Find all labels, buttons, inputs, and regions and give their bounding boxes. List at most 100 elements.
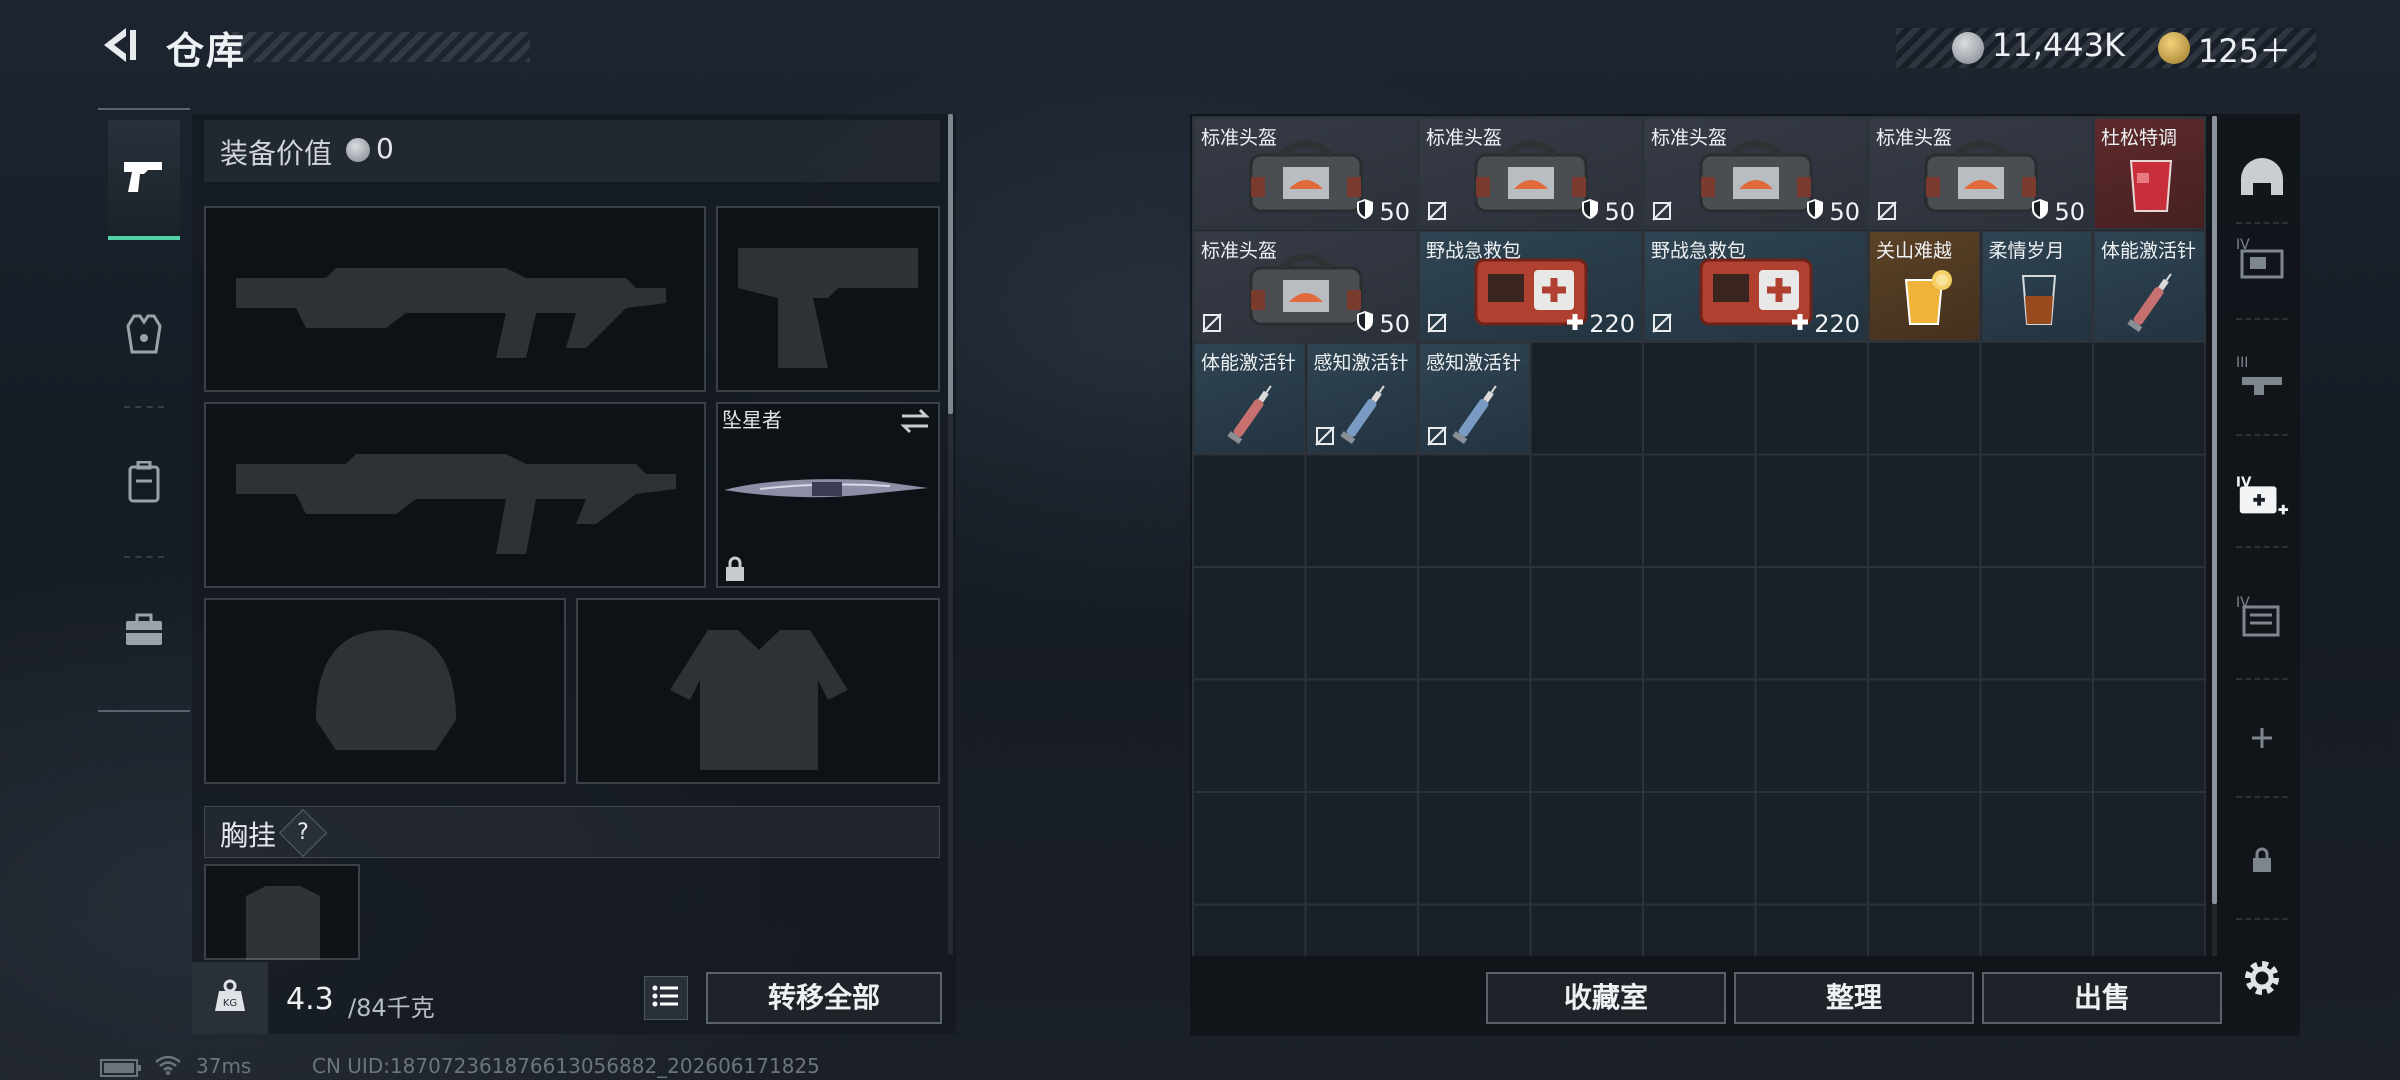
- pistol-icon: [122, 158, 166, 198]
- warehouse-grid: 标准头盔 50 标准头盔 50 标准头盔 50 标准头盔 50 杜松特调 标准头盔 50 野战急救包 2…: [1192, 116, 2206, 956]
- item-name: 感知激活针: [1426, 352, 1522, 374]
- equipment-value: 0: [376, 132, 394, 165]
- weight-icon: KG: [213, 979, 247, 1017]
- item-name: 野战急救包: [1426, 239, 1522, 262]
- item-count: 50: [1379, 310, 1410, 338]
- rail-separator: [2236, 678, 2288, 680]
- chest-rig-slot[interactable]: [204, 864, 360, 960]
- warehouse-item[interactable]: 标准头盔 50: [1869, 118, 2092, 229]
- item-name: 野战急救包: [1651, 239, 1747, 262]
- item-name: 标准头盔: [1651, 127, 1728, 149]
- warehouse-item[interactable]: 感知激活针: [1419, 343, 1530, 454]
- cocktail-red-icon: [2121, 153, 2181, 221]
- rail-separator: [2236, 222, 2288, 224]
- case-iii-icon[interactable]: III: [2234, 348, 2290, 404]
- item-durability: 220: [1565, 310, 1635, 338]
- loadout-scrollbar[interactable]: [948, 114, 953, 414]
- tab-backpack[interactable]: [108, 424, 180, 544]
- item-count: 220: [1589, 310, 1635, 338]
- swap-icon[interactable]: [900, 408, 930, 438]
- item-count: 50: [1604, 197, 1635, 226]
- transfer-all-button[interactable]: 转移全部: [706, 972, 942, 1024]
- warehouse-item[interactable]: 关山难越: [1869, 230, 1980, 341]
- warehouse-item[interactable]: 感知激活针: [1306, 343, 1417, 454]
- helmet-slot[interactable]: [204, 598, 566, 784]
- rail-separator: [2236, 546, 2288, 548]
- tab-weapon[interactable]: [108, 120, 180, 240]
- durability-shield-icon: [1355, 198, 1375, 226]
- silver-coin-icon: [346, 138, 370, 162]
- armor-silhouette-icon: [670, 630, 848, 770]
- knife-icon: [720, 470, 932, 514]
- lock-icon[interactable]: [2234, 832, 2290, 888]
- warehouse-item[interactable]: 野战急救包 220: [1644, 230, 1867, 341]
- vest-icon: [126, 314, 162, 358]
- warehouse-scrollbar[interactable]: [2212, 116, 2217, 904]
- not-secure-icon: [1651, 200, 1673, 222]
- case-iv-2-icon[interactable]: IV: [2234, 588, 2290, 644]
- title-decor: [232, 32, 530, 62]
- backpack-icon: [127, 460, 161, 507]
- medkit-iv-icon[interactable]: IV: [2234, 468, 2290, 524]
- pistol-slot[interactable]: [716, 206, 940, 392]
- not-secure-icon: [1876, 200, 1898, 222]
- silver-coin-icon: [1952, 32, 1984, 64]
- list-icon: [652, 984, 680, 1012]
- warehouse-item[interactable]: 标准头盔 50: [1194, 118, 1417, 229]
- warehouse-item[interactable]: 柔情岁月: [1981, 230, 2092, 341]
- perception-syringe-icon: [1330, 378, 1400, 452]
- heal-plus-icon: [1565, 310, 1585, 338]
- rail-separator: [2236, 918, 2288, 920]
- item-durability: 50: [1580, 198, 1635, 226]
- item-durability: 220: [1790, 310, 1860, 338]
- warehouse-item[interactable]: 标准头盔 50: [1419, 118, 1642, 229]
- tab-separator: [124, 556, 164, 558]
- warehouse-item[interactable]: 标准头盔 50: [1644, 118, 1867, 229]
- gold-amount[interactable]: 125＋: [2198, 26, 2291, 72]
- sell-button[interactable]: 出售: [1982, 972, 2222, 1024]
- stamina-syringe-icon: [1217, 378, 1287, 452]
- not-secure-icon: [1201, 312, 1223, 334]
- back-icon[interactable]: [96, 22, 142, 68]
- secondary-weapon-slot[interactable]: [204, 402, 706, 588]
- rifle-silhouette-icon: [236, 268, 666, 358]
- heal-plus-icon: [1790, 310, 1810, 338]
- warehouse-item[interactable]: 野战急救包 220: [1419, 230, 1642, 341]
- item-name: 体能激活针: [2101, 239, 2197, 262]
- tab-toolbox[interactable]: [108, 572, 180, 692]
- add-icon[interactable]: [2234, 710, 2290, 766]
- item-name: 感知激活针: [1313, 352, 1409, 374]
- settings-gear-icon[interactable]: [2234, 950, 2290, 1006]
- not-secure-icon: [1651, 312, 1673, 334]
- helmet-icon[interactable]: [2234, 150, 2290, 206]
- durability-shield-icon: [1580, 198, 1600, 226]
- collection-room-button[interactable]: 收藏室: [1486, 972, 1726, 1024]
- battery-icon: [100, 1058, 142, 1080]
- sort-button[interactable]: 整理: [1734, 972, 1974, 1024]
- primary-weapon-slot[interactable]: [204, 206, 706, 392]
- weight-max: /84千克: [348, 994, 435, 1022]
- item-count: 50: [1829, 197, 1860, 226]
- list-view-button[interactable]: [644, 976, 688, 1020]
- helmet-silhouette-icon: [316, 630, 456, 750]
- stamina-syringe-icon: [2117, 266, 2187, 340]
- tab-separator: [124, 406, 164, 408]
- warehouse-item[interactable]: 体能激活针: [2094, 230, 2205, 341]
- not-secure-icon: [1426, 312, 1448, 334]
- armor-slot[interactable]: [576, 598, 940, 784]
- warehouse-item[interactable]: 体能激活针: [1194, 343, 1305, 454]
- warehouse-item[interactable]: 标准头盔 50: [1194, 230, 1417, 341]
- page-title: 仓库: [166, 29, 247, 73]
- item-name: 关山难越: [1876, 239, 1953, 262]
- melee-name: 坠星者: [722, 408, 782, 432]
- item-count: 50: [2054, 197, 2085, 226]
- item-name: 标准头盔: [1201, 127, 1278, 149]
- wifi-icon: [154, 1054, 182, 1080]
- warehouse-item[interactable]: 杜松特调: [2094, 118, 2205, 229]
- tab-armor[interactable]: [108, 276, 180, 396]
- item-durability: 50: [1805, 198, 1860, 226]
- chest-rig-silhouette-icon: [246, 886, 320, 960]
- svg-text:KG: KG: [223, 998, 237, 1009]
- uid-text: CN UID:18707236187661305688​2_2026061718…: [312, 1054, 820, 1078]
- case-iv-icon[interactable]: IV: [2234, 230, 2290, 286]
